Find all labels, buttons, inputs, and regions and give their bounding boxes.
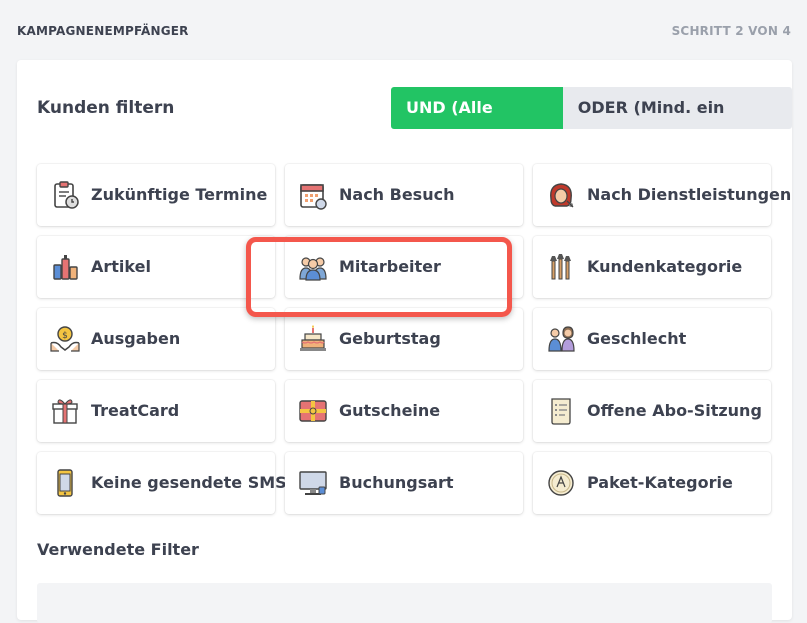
scroll-list-icon — [551, 398, 571, 425]
tile-label: Nach Besuch — [339, 185, 455, 204]
filter-mode-toggle: UND (Alle Filter) ODER (Mind. ein Filter… — [391, 87, 792, 129]
gift-box-icon — [52, 399, 78, 424]
used-filters-area — [37, 583, 772, 623]
filter-tile-gender[interactable]: Geschlecht — [533, 308, 771, 370]
used-filters-heading: Verwendete Filter — [37, 540, 199, 559]
filter-tile-products[interactable]: Artikel — [37, 236, 275, 298]
section-title: KAMPAGNENEMPFÄNGER — [17, 24, 189, 38]
tile-label: Nach Dienstleistungen — [587, 185, 792, 204]
filter-tile-by-services[interactable]: Nach Dienstleistungen — [533, 164, 791, 226]
filter-tile-open-subscription[interactable]: Offene Abo-Sitzung — [533, 380, 771, 442]
filter-tile-spending[interactable]: $ Ausgaben — [37, 308, 275, 370]
compass-badge-icon — [548, 470, 574, 496]
birthday-cake-icon — [300, 325, 326, 351]
filter-tile-vouchers[interactable]: Gutscheine — [285, 380, 523, 442]
filter-tile-birthday[interactable]: Geburtstag — [285, 308, 523, 370]
clipboard-clock-icon — [54, 181, 79, 209]
man-woman-icon — [548, 326, 575, 352]
tile-label: Kundenkategorie — [587, 257, 743, 276]
tile-label: Keine gesendete SMS — [91, 473, 287, 492]
tile-label: Artikel — [91, 257, 151, 276]
tile-label: Buchungsart — [339, 473, 454, 492]
smartphone-icon — [57, 469, 73, 497]
monitor-icon — [299, 471, 327, 495]
step-indicator: SCHRITT 2 VON 4 — [671, 24, 791, 38]
voucher-icon — [299, 400, 327, 422]
filter-tile-customer-category[interactable]: Kundenkategorie — [533, 236, 771, 298]
filter-tile-package-category[interactable]: Paket-Kategorie — [533, 452, 771, 514]
highlight-annotation — [246, 237, 512, 317]
tile-label: Geschlecht — [587, 329, 687, 348]
filter-tile-booking-type[interactable]: Buchungsart — [285, 452, 523, 514]
tile-label: Offene Abo-Sitzung — [587, 401, 762, 420]
filter-tile-no-sms-sent[interactable]: Keine gesendete SMS — [37, 452, 287, 514]
and-mode-button[interactable]: UND (Alle Filter) — [391, 87, 563, 129]
calendar-icon — [300, 184, 327, 210]
filter-heading: Kunden filtern — [37, 98, 175, 118]
tile-label: Ausgaben — [91, 329, 181, 348]
tile-label: Geburtstag — [339, 329, 441, 348]
filter-tile-treatcard[interactable]: TreatCard — [37, 380, 275, 442]
or-mode-button[interactable]: ODER (Mind. ein Filter) — [562, 87, 792, 129]
tile-label: Paket-Kategorie — [587, 473, 733, 492]
filter-tile-by-visit[interactable]: Nach Besuch — [285, 164, 523, 226]
cosmetics-icon — [53, 255, 78, 280]
brushes-icon — [550, 254, 571, 280]
hairdresser-icon — [550, 183, 574, 208]
filter-card: Kunden filtern UND (Alle Filter) ODER (M… — [17, 60, 792, 623]
tile-label: Gutscheine — [339, 401, 441, 420]
svg-text:$: $ — [62, 331, 68, 341]
tile-label: TreatCard — [91, 401, 180, 420]
tile-label: Zukünftige Termine — [91, 185, 268, 204]
filter-tile-future-appointments[interactable]: Zukünftige Termine — [37, 164, 275, 226]
page-header: KAMPAGNENEMPFÄNGER SCHRITT 2 VON 4 — [0, 0, 807, 60]
coin-hands-icon: $ — [50, 326, 80, 352]
